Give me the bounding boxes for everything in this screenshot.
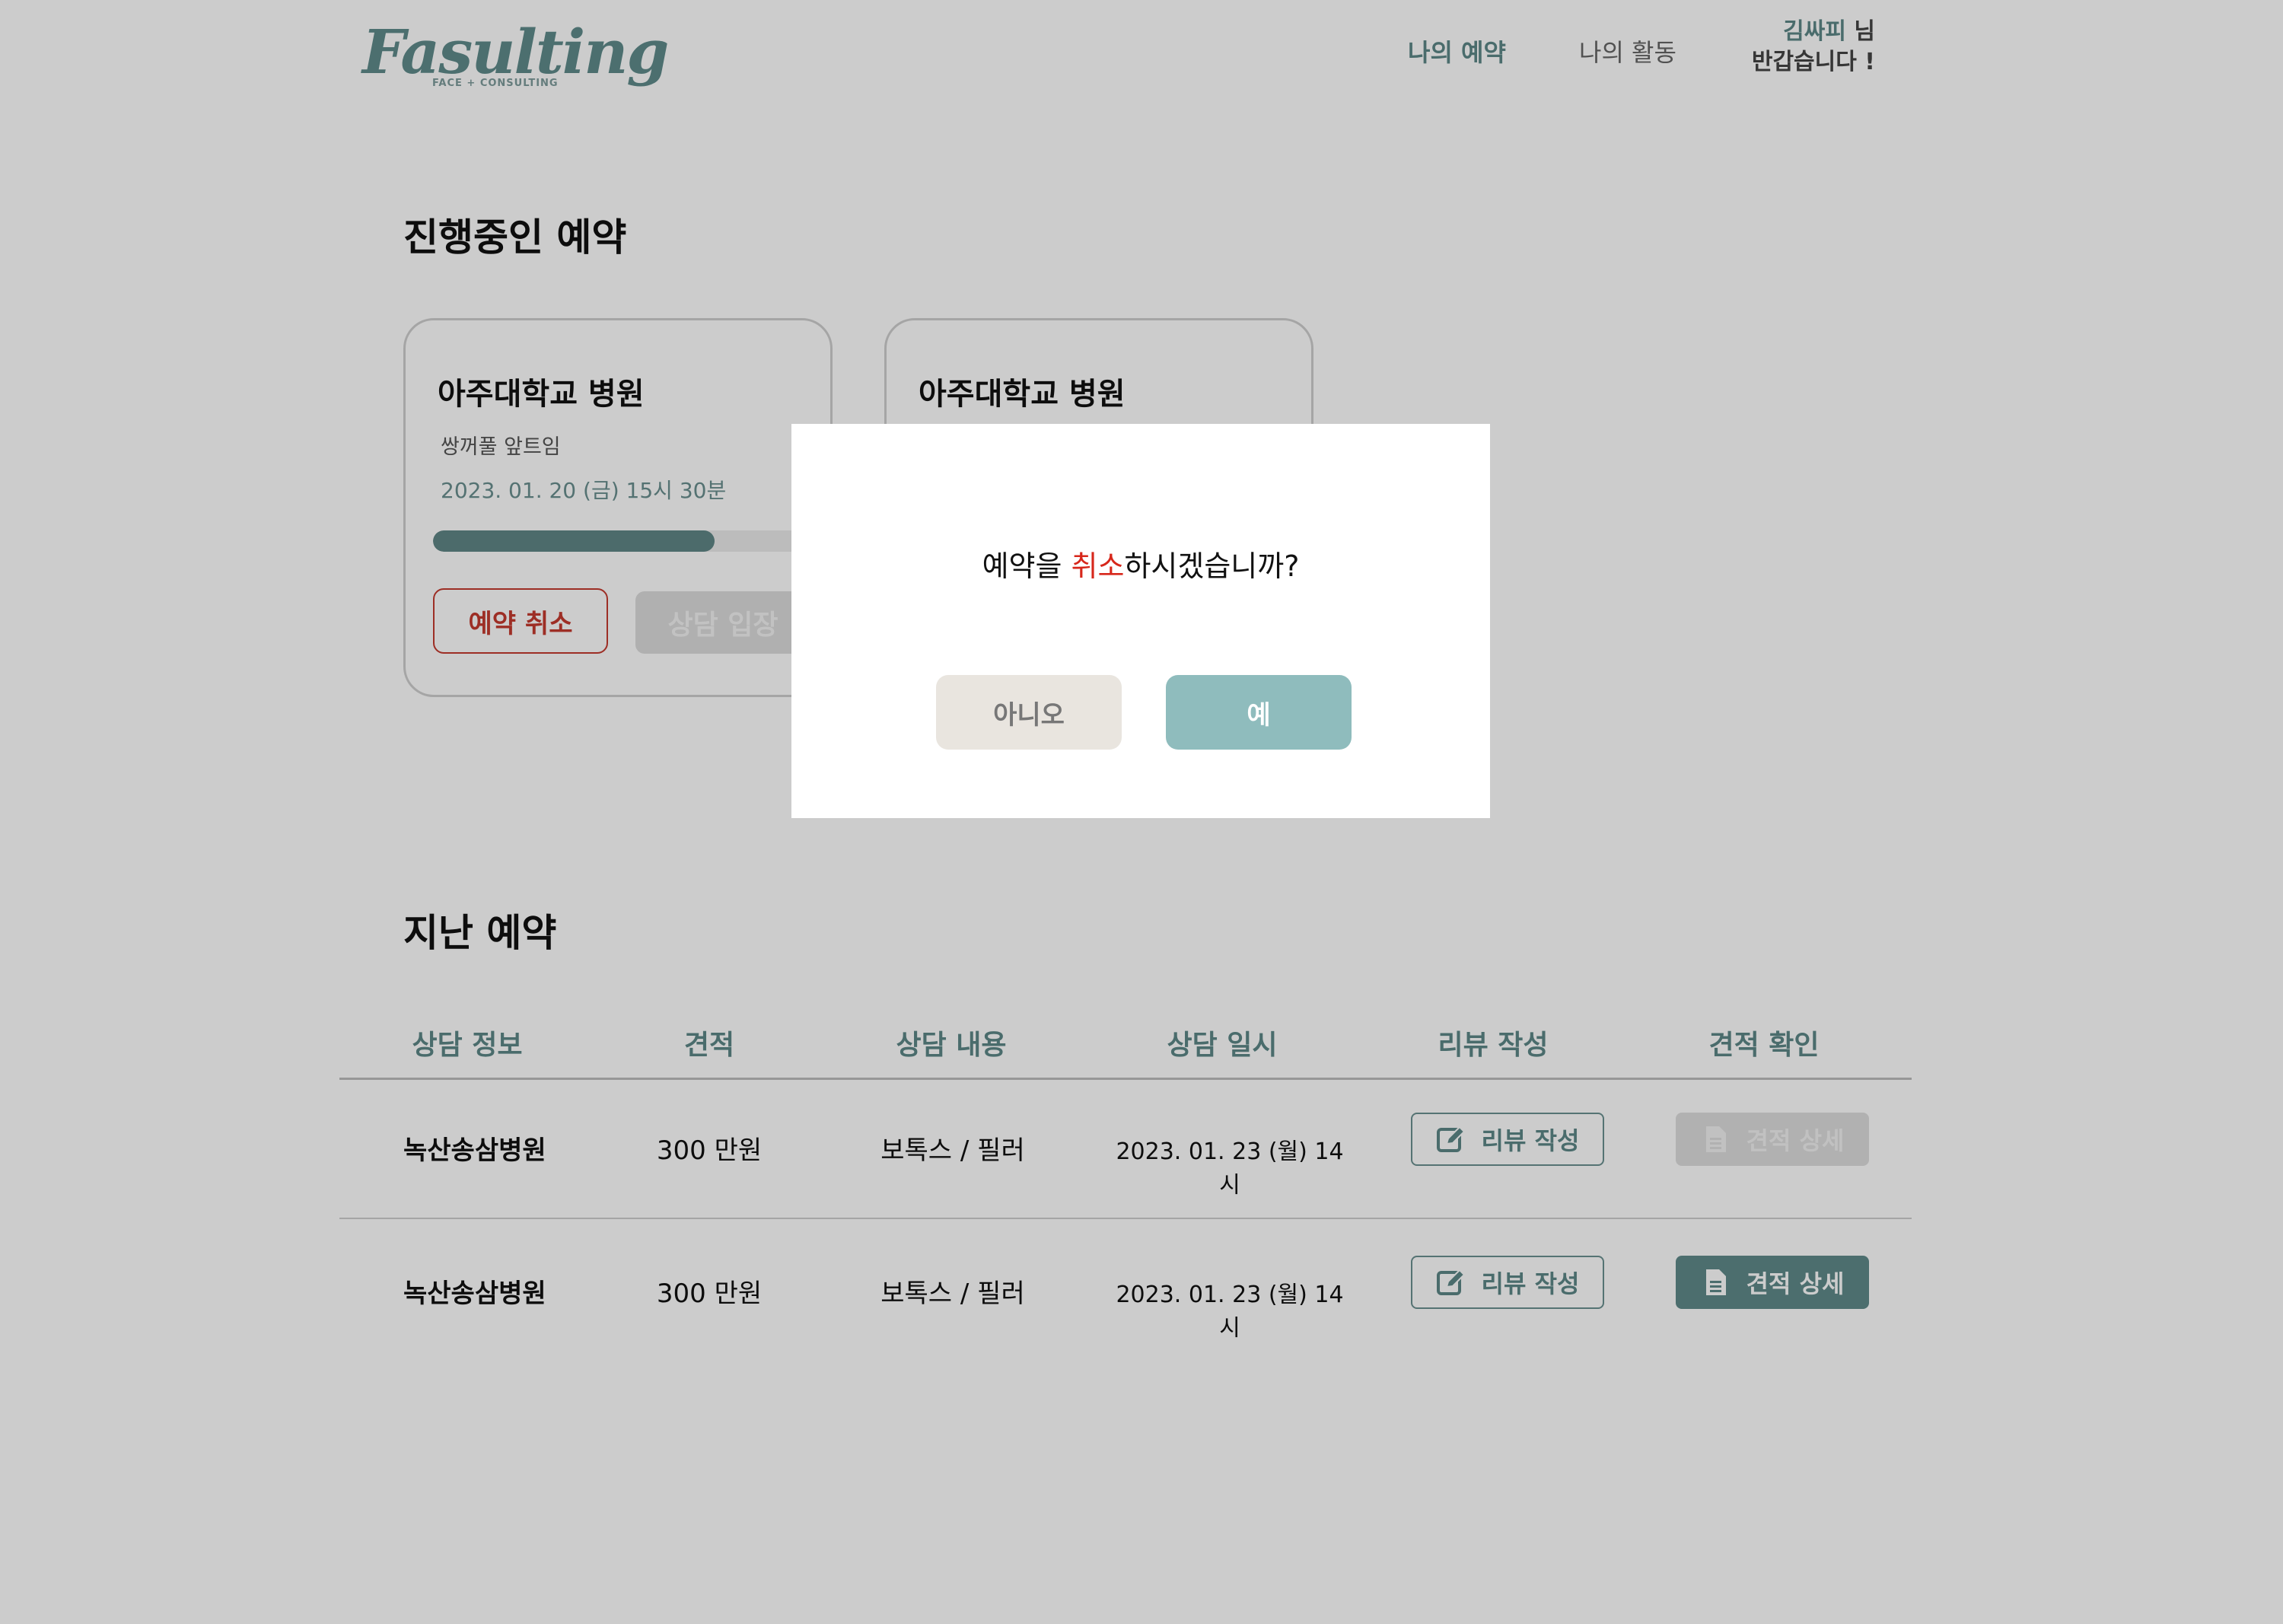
- dialog-message: 예약을 취소하시겠습니까?: [791, 543, 1490, 584]
- cancel-confirm-dialog: 예약을 취소하시겠습니까? 아니오 예: [791, 424, 1490, 818]
- dialog-message-end: 하시겠습니까?: [1124, 549, 1300, 583]
- yes-button[interactable]: 예: [1166, 675, 1352, 750]
- dialog-message-accent: 취소: [1071, 549, 1125, 583]
- no-button[interactable]: 아니오: [936, 675, 1122, 750]
- dialog-message-start: 예약을: [982, 549, 1071, 583]
